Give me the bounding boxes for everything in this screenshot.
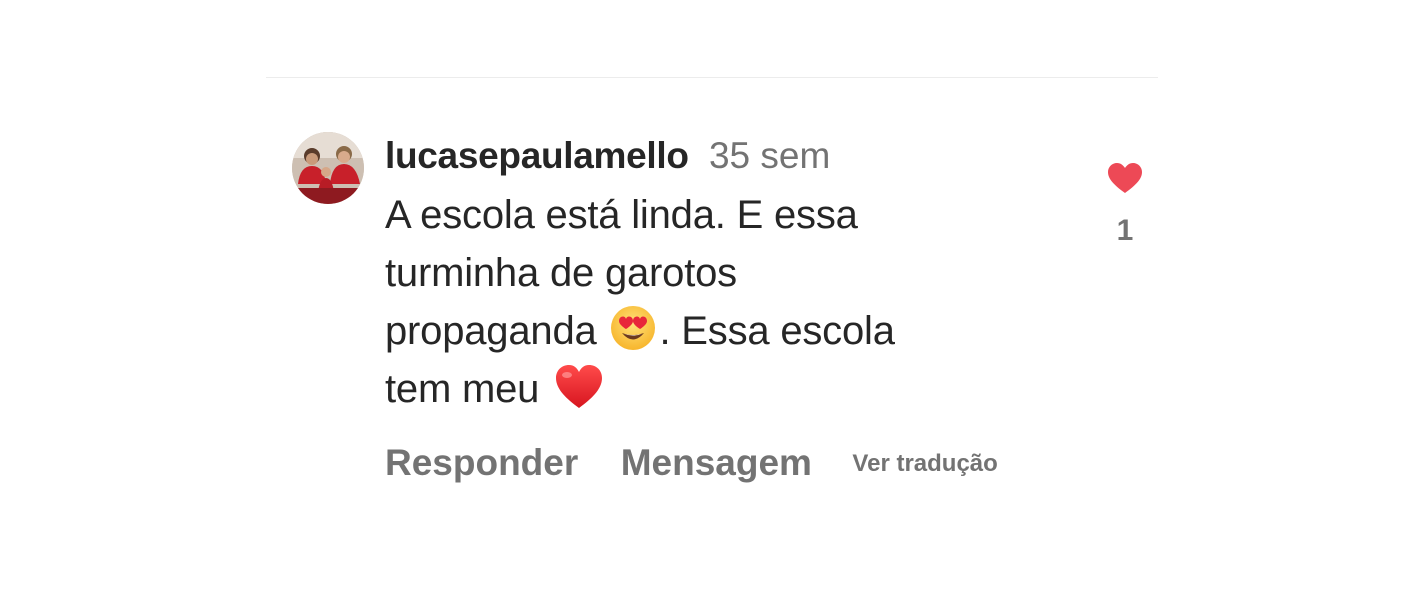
heart-like-icon[interactable] — [1107, 162, 1143, 194]
comment-body: lucasepaulamello 35 sem A escola está li… — [385, 128, 1025, 486]
comment-text-line: turminha de garotos — [385, 251, 737, 295]
comment-header: lucasepaulamello 35 sem — [385, 128, 1025, 184]
reply-button[interactable]: Responder — [385, 442, 578, 483]
username-link[interactable]: lucasepaulamello — [385, 135, 689, 176]
comment-text-line: propaganda . Essa escola — [385, 302, 1025, 360]
red-heart-emoji-icon — [556, 365, 603, 408]
comment-text-fragment: tem meu — [385, 367, 540, 411]
avatar[interactable] — [292, 132, 364, 204]
message-button[interactable]: Mensagem — [621, 442, 812, 483]
comment-text-line: A escola está linda. E essa — [385, 193, 858, 237]
comment-text: A escola está linda. E essa turminha de … — [385, 186, 1025, 418]
avatar-photo-icon — [292, 132, 364, 204]
like-count: 1 — [1116, 214, 1134, 247]
comment-actions: Responder Mensagem Ver tradução — [385, 440, 1025, 486]
divider — [266, 77, 1158, 78]
comment-text-fragment: . Essa escola — [659, 309, 895, 353]
comment-item: lucasepaulamello 35 sem A escola está li… — [292, 128, 1152, 508]
comment-text-line: tem meu — [385, 360, 1025, 418]
comment-text-fragment: propaganda — [385, 309, 597, 353]
comment-timestamp[interactable]: 35 sem — [709, 135, 830, 176]
see-translation-button[interactable]: Ver tradução — [852, 450, 997, 477]
heart-eyes-emoji-icon — [611, 306, 656, 350]
like-column: 1 — [1105, 162, 1145, 248]
